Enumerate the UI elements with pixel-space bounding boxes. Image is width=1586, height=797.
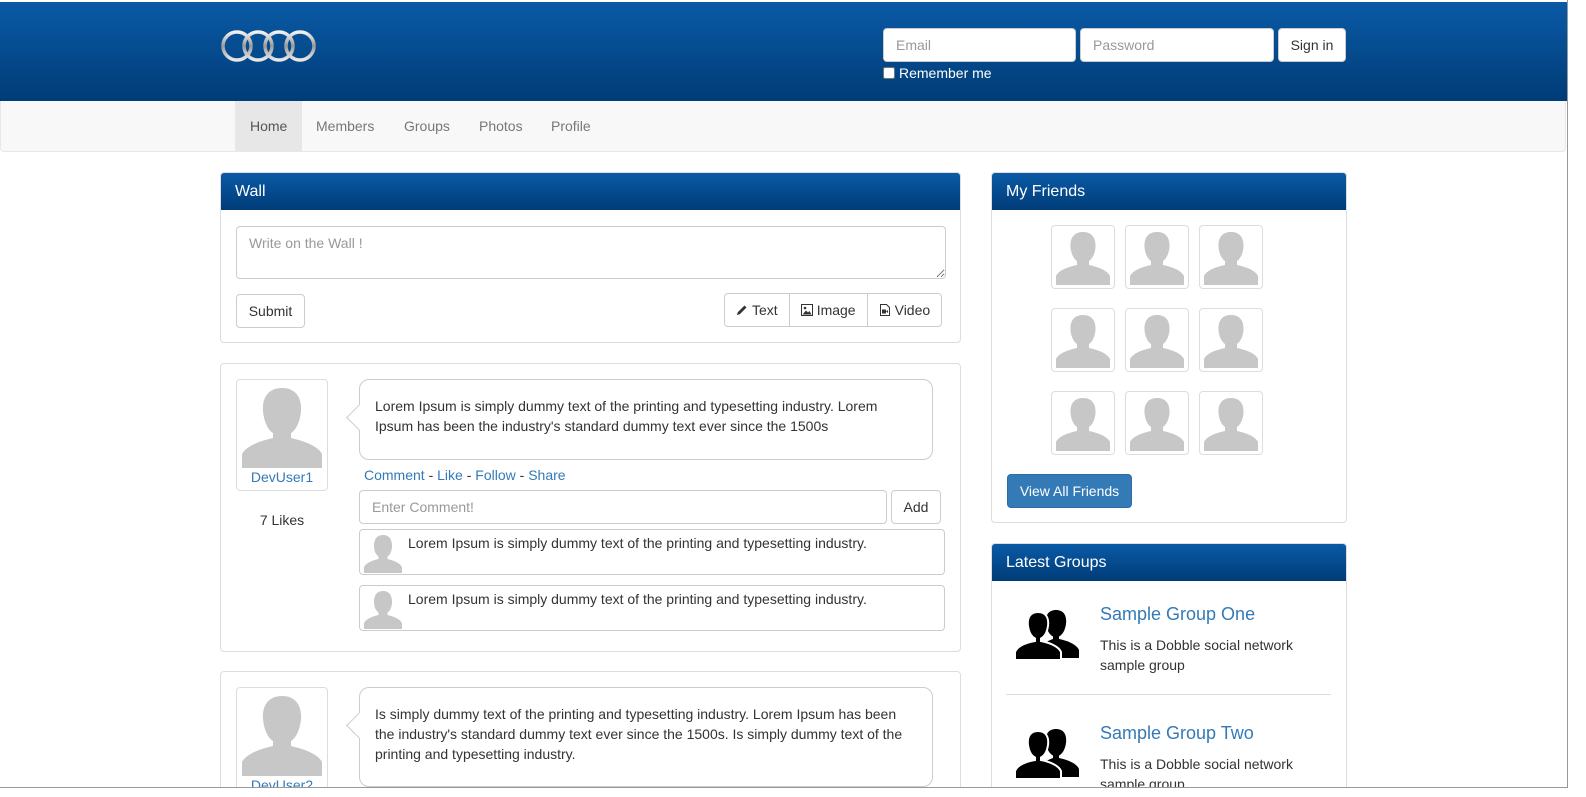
user-silhouette-icon (1056, 398, 1110, 451)
text-type-button[interactable]: Text (724, 293, 790, 327)
user-silhouette-icon (1056, 315, 1110, 368)
text-type-label: Text (752, 302, 778, 318)
nav-groups[interactable]: Groups (389, 101, 465, 151)
group-people-icon (1014, 729, 1079, 779)
friends-title: My Friends (992, 173, 1346, 210)
remember-me-checkbox[interactable] (883, 67, 895, 79)
user-silhouette-icon (1130, 398, 1184, 451)
user-silhouette-icon (1130, 315, 1184, 368)
post-author-link[interactable]: DevUser2 (237, 777, 327, 787)
friend-thumbnail[interactable] (1051, 225, 1115, 289)
submit-button[interactable]: Submit (236, 294, 305, 328)
add-comment-button[interactable]: Add (891, 490, 941, 524)
groups-panel: Latest Groups Sample Group One This is a… (991, 543, 1347, 788)
friend-thumbnail[interactable] (1125, 225, 1189, 289)
post-card: DevUser2 Is simply dummy text of the pri… (220, 671, 961, 787)
friend-thumbnail[interactable] (1125, 391, 1189, 455)
wall-post-input[interactable] (236, 226, 946, 279)
video-type-button[interactable]: Video (866, 293, 943, 327)
likes-count: 7 Likes (259, 512, 305, 528)
nav-members[interactable]: Members (301, 101, 389, 151)
comment-item: Lorem Ipsum is simply dummy text of the … (359, 529, 945, 575)
friend-thumbnail[interactable] (1051, 391, 1115, 455)
post-card: DevUser1 7 Likes Lorem Ipsum is simply d… (220, 363, 961, 652)
commenter-avatar-icon (364, 591, 402, 629)
comment-item: Lorem Ipsum is simply dummy text of the … (359, 585, 945, 631)
wall-panel: Wall Submit Text Image Video (220, 172, 961, 343)
comment-link[interactable]: Comment (364, 467, 425, 483)
like-link[interactable]: Like (437, 467, 463, 483)
post-type-group: Text Image Video (724, 293, 943, 327)
comment-text: Lorem Ipsum is simply dummy text of the … (408, 591, 867, 607)
sign-in-button[interactable]: Sign in (1278, 28, 1346, 62)
user-silhouette-icon (1204, 398, 1258, 451)
main-nav: Home Members Groups Photos Profile (0, 101, 1566, 152)
friend-thumbnail[interactable] (1199, 391, 1263, 455)
post-text: Is simply dummy text of the printing and… (375, 706, 903, 762)
user-silhouette-icon (242, 696, 322, 776)
comment-input[interactable] (359, 490, 887, 524)
friends-panel: My Friends View All Friends (991, 172, 1347, 523)
user-silhouette-icon (1204, 232, 1258, 285)
image-type-label: Image (816, 302, 856, 318)
page: Sign in Remember me Home Members Groups … (0, 0, 1568, 788)
user-silhouette-icon (1130, 232, 1184, 285)
share-link[interactable]: Share (528, 467, 565, 483)
group-item: Sample Group Two This is a Dobble social… (1006, 721, 1331, 788)
post-text: Lorem Ipsum is simply dummy text of the … (375, 398, 878, 434)
user-silhouette-icon (242, 388, 322, 468)
nav-home[interactable]: Home (235, 101, 303, 151)
user-silhouette-icon (1056, 232, 1110, 285)
friend-thumbnail[interactable] (1199, 308, 1263, 372)
video-file-icon (879, 304, 890, 316)
image-type-button[interactable]: Image (788, 293, 868, 327)
wall-title: Wall (221, 173, 960, 210)
group-people-icon (1014, 610, 1079, 660)
post-text-bubble: Is simply dummy text of the printing and… (359, 687, 933, 787)
groups-title: Latest Groups (992, 544, 1346, 581)
remember-me[interactable]: Remember me (883, 65, 992, 81)
group-description: This is a Dobble social network sample g… (1100, 756, 1293, 788)
nav-photos[interactable]: Photos (464, 101, 538, 151)
top-header: Sign in Remember me (0, 2, 1567, 101)
friend-thumbnail[interactable] (1199, 225, 1263, 289)
post-actions: Comment - Like - Follow - Share (364, 467, 566, 483)
video-type-label: Video (894, 302, 931, 318)
commenter-avatar-icon (364, 535, 402, 573)
user-silhouette-icon (1204, 315, 1258, 368)
post-author-avatar[interactable]: DevUser1 (236, 379, 328, 491)
friend-thumbnail[interactable] (1051, 308, 1115, 372)
post-text-bubble: Lorem Ipsum is simply dummy text of the … (359, 379, 933, 460)
email-field[interactable] (883, 28, 1076, 62)
comment-text: Lorem Ipsum is simply dummy text of the … (408, 535, 867, 551)
group-divider (1006, 694, 1331, 695)
group-description: This is a Dobble social network sample g… (1100, 637, 1293, 673)
view-all-friends-button[interactable]: View All Friends (1007, 474, 1132, 508)
remember-me-label: Remember me (899, 65, 992, 81)
image-icon (800, 304, 813, 316)
password-field[interactable] (1080, 28, 1274, 62)
post-author-link[interactable]: DevUser1 (237, 469, 327, 485)
pencil-icon (737, 305, 747, 315)
group-name-link[interactable]: Sample Group Two (1100, 723, 1254, 744)
friend-thumbnail[interactable] (1125, 308, 1189, 372)
follow-link[interactable]: Follow (475, 467, 515, 483)
nav-profile[interactable]: Profile (536, 101, 606, 151)
group-item: Sample Group One This is a Dobble social… (1006, 602, 1331, 702)
logo-rings-icon (221, 30, 316, 62)
group-name-link[interactable]: Sample Group One (1100, 604, 1255, 625)
post-author-avatar[interactable]: DevUser2 (236, 687, 328, 787)
